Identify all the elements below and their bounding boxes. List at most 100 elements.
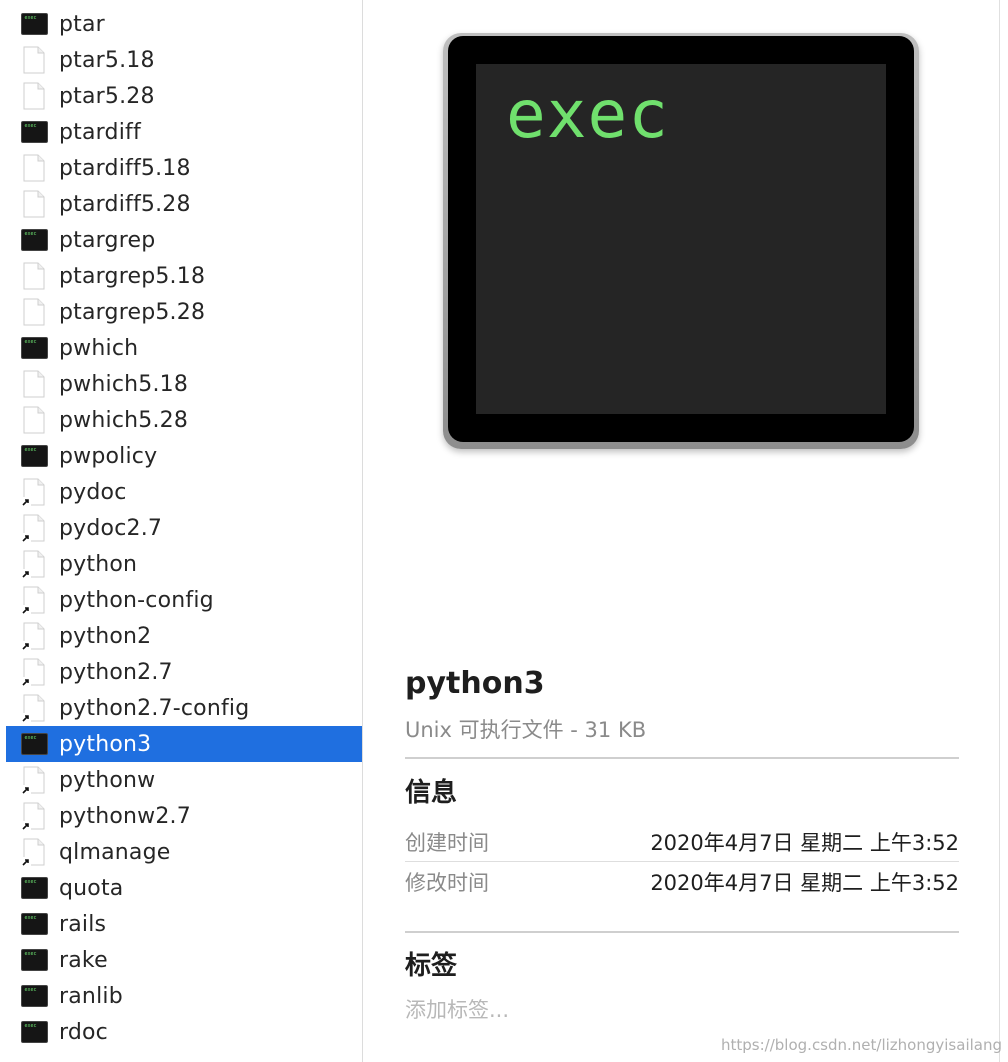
preview-file-kind: Unix 可执行文件 - 31 KB: [405, 718, 647, 742]
divider: [405, 757, 959, 759]
list-item[interactable]: python3: [6, 726, 362, 762]
alias-icon: [21, 622, 45, 651]
exec-icon: [20, 229, 48, 251]
exec-icon: [20, 1021, 48, 1043]
file-name-label: ptargrep: [59, 227, 156, 253]
list-item[interactable]: python2.7-config: [6, 690, 362, 726]
created-value: 2020年4月7日 星期二 上午3:52: [650, 831, 959, 855]
alias-arrow-icon: [21, 677, 31, 687]
exec-icon: [20, 877, 48, 899]
list-item[interactable]: ptargrep5.18: [6, 258, 362, 294]
file-name-label: ptardiff5.18: [59, 155, 191, 181]
file-name-label: ptargrep5.28: [59, 299, 206, 325]
finder-window: ptar ptar5.18 ptar5.28 ptardiff ptardiff5.18…: [0, 0, 1008, 1062]
list-item[interactable]: pwhich5.28: [6, 402, 362, 438]
alias-icon: [21, 514, 45, 543]
alias-icon: [21, 802, 45, 831]
file-name-label: python2: [59, 623, 152, 649]
list-item[interactable]: pwhich5.18: [6, 366, 362, 402]
alias-icon: [21, 838, 45, 867]
file-name-label: ptar5.18: [59, 47, 155, 73]
file-name-label: quota: [59, 875, 124, 901]
list-item[interactable]: ptardiff5.28: [6, 186, 362, 222]
alias-arrow-icon: [21, 785, 31, 795]
exec-icon: [20, 445, 48, 467]
file-name-label: pythonw2.7: [59, 803, 191, 829]
list-item[interactable]: python: [6, 546, 362, 582]
file-name-label: pwpolicy: [59, 443, 158, 469]
file-name-label: python: [59, 551, 138, 577]
list-item[interactable]: rake: [6, 942, 362, 978]
created-row: 创建时间 2020年4月7日 星期二 上午3:52: [405, 824, 959, 860]
preview-file-name: python3: [405, 666, 545, 701]
list-item[interactable]: ptardiff5.18: [6, 150, 362, 186]
file-column[interactable]: ptar ptar5.18 ptar5.28 ptardiff ptardiff5.18…: [0, 0, 363, 1062]
list-item[interactable]: qlmanage: [6, 834, 362, 870]
file-name-label: rdoc: [59, 1019, 108, 1045]
file-name-label: python-config: [59, 587, 214, 613]
file-name-label: pwhich: [59, 335, 139, 361]
file-name-label: python2.7-config: [59, 695, 250, 721]
list-item[interactable]: ptargrep: [6, 222, 362, 258]
list-item[interactable]: quota: [6, 870, 362, 906]
file-name-label: pwhich5.18: [59, 371, 189, 397]
exec-icon-large: exec: [443, 33, 919, 449]
list-item[interactable]: ptargrep5.28: [6, 294, 362, 330]
alias-arrow-icon: [21, 821, 31, 831]
info-section-title: 信息: [405, 778, 458, 808]
alias-icon: [21, 658, 45, 687]
file-name-label: pydoc: [59, 479, 127, 505]
document-icon: [23, 298, 45, 326]
list-item[interactable]: ptar: [6, 6, 362, 42]
alias-icon: [21, 550, 45, 579]
exec-icon-label: exec: [506, 76, 669, 153]
list-item[interactable]: python2: [6, 618, 362, 654]
document-icon: [23, 406, 45, 434]
watermark-text: https://blog.csdn.net/lizhongyisailang: [721, 1036, 1002, 1054]
list-item[interactable]: python-config: [6, 582, 362, 618]
alias-arrow-icon: [21, 497, 31, 507]
list-item[interactable]: ptardiff: [6, 114, 362, 150]
exec-icon: [20, 337, 48, 359]
document-icon: [23, 82, 45, 110]
divider: [405, 931, 959, 933]
tags-section-title: 标签: [405, 951, 458, 981]
file-name-label: ptargrep5.18: [59, 263, 206, 289]
alias-arrow-icon: [21, 605, 31, 615]
file-list: ptar ptar5.18 ptar5.28 ptardiff ptardiff5.18…: [6, 6, 362, 1050]
alias-arrow-icon: [21, 641, 31, 651]
exec-icon: [20, 121, 48, 143]
file-name-label: python3: [59, 731, 152, 757]
list-item[interactable]: ptar5.28: [6, 78, 362, 114]
modified-value: 2020年4月7日 星期二 上午3:52: [650, 871, 959, 895]
file-name-label: rake: [59, 947, 108, 973]
file-name-label: ptar5.28: [59, 83, 155, 109]
alias-arrow-icon: [21, 569, 31, 579]
list-item[interactable]: pydoc: [6, 474, 362, 510]
alias-arrow-icon: [21, 857, 31, 867]
exec-icon: [20, 733, 48, 755]
exec-icon: [20, 949, 48, 971]
created-label: 创建时间: [405, 831, 489, 855]
list-item[interactable]: pythonw: [6, 762, 362, 798]
list-item[interactable]: rdoc: [6, 1014, 362, 1050]
file-name-label: python2.7: [59, 659, 173, 685]
modified-label: 修改时间: [405, 871, 489, 895]
list-item[interactable]: pwhich: [6, 330, 362, 366]
list-item[interactable]: pwpolicy: [6, 438, 362, 474]
add-tags-field[interactable]: 添加标签...: [405, 994, 509, 1024]
list-item[interactable]: rails: [6, 906, 362, 942]
file-name-label: ptardiff: [59, 119, 141, 145]
file-name-label: pydoc2.7: [59, 515, 163, 541]
alias-arrow-icon: [21, 533, 31, 543]
list-item[interactable]: ptar5.18: [6, 42, 362, 78]
file-name-label: qlmanage: [59, 839, 171, 865]
list-item[interactable]: python2.7: [6, 654, 362, 690]
file-name-label: ranlib: [59, 983, 123, 1009]
list-item[interactable]: pydoc2.7: [6, 510, 362, 546]
file-name-label: ptardiff5.28: [59, 191, 191, 217]
file-name-label: pythonw: [59, 767, 156, 793]
alias-icon: [21, 766, 45, 795]
list-item[interactable]: ranlib: [6, 978, 362, 1014]
list-item[interactable]: pythonw2.7: [6, 798, 362, 834]
